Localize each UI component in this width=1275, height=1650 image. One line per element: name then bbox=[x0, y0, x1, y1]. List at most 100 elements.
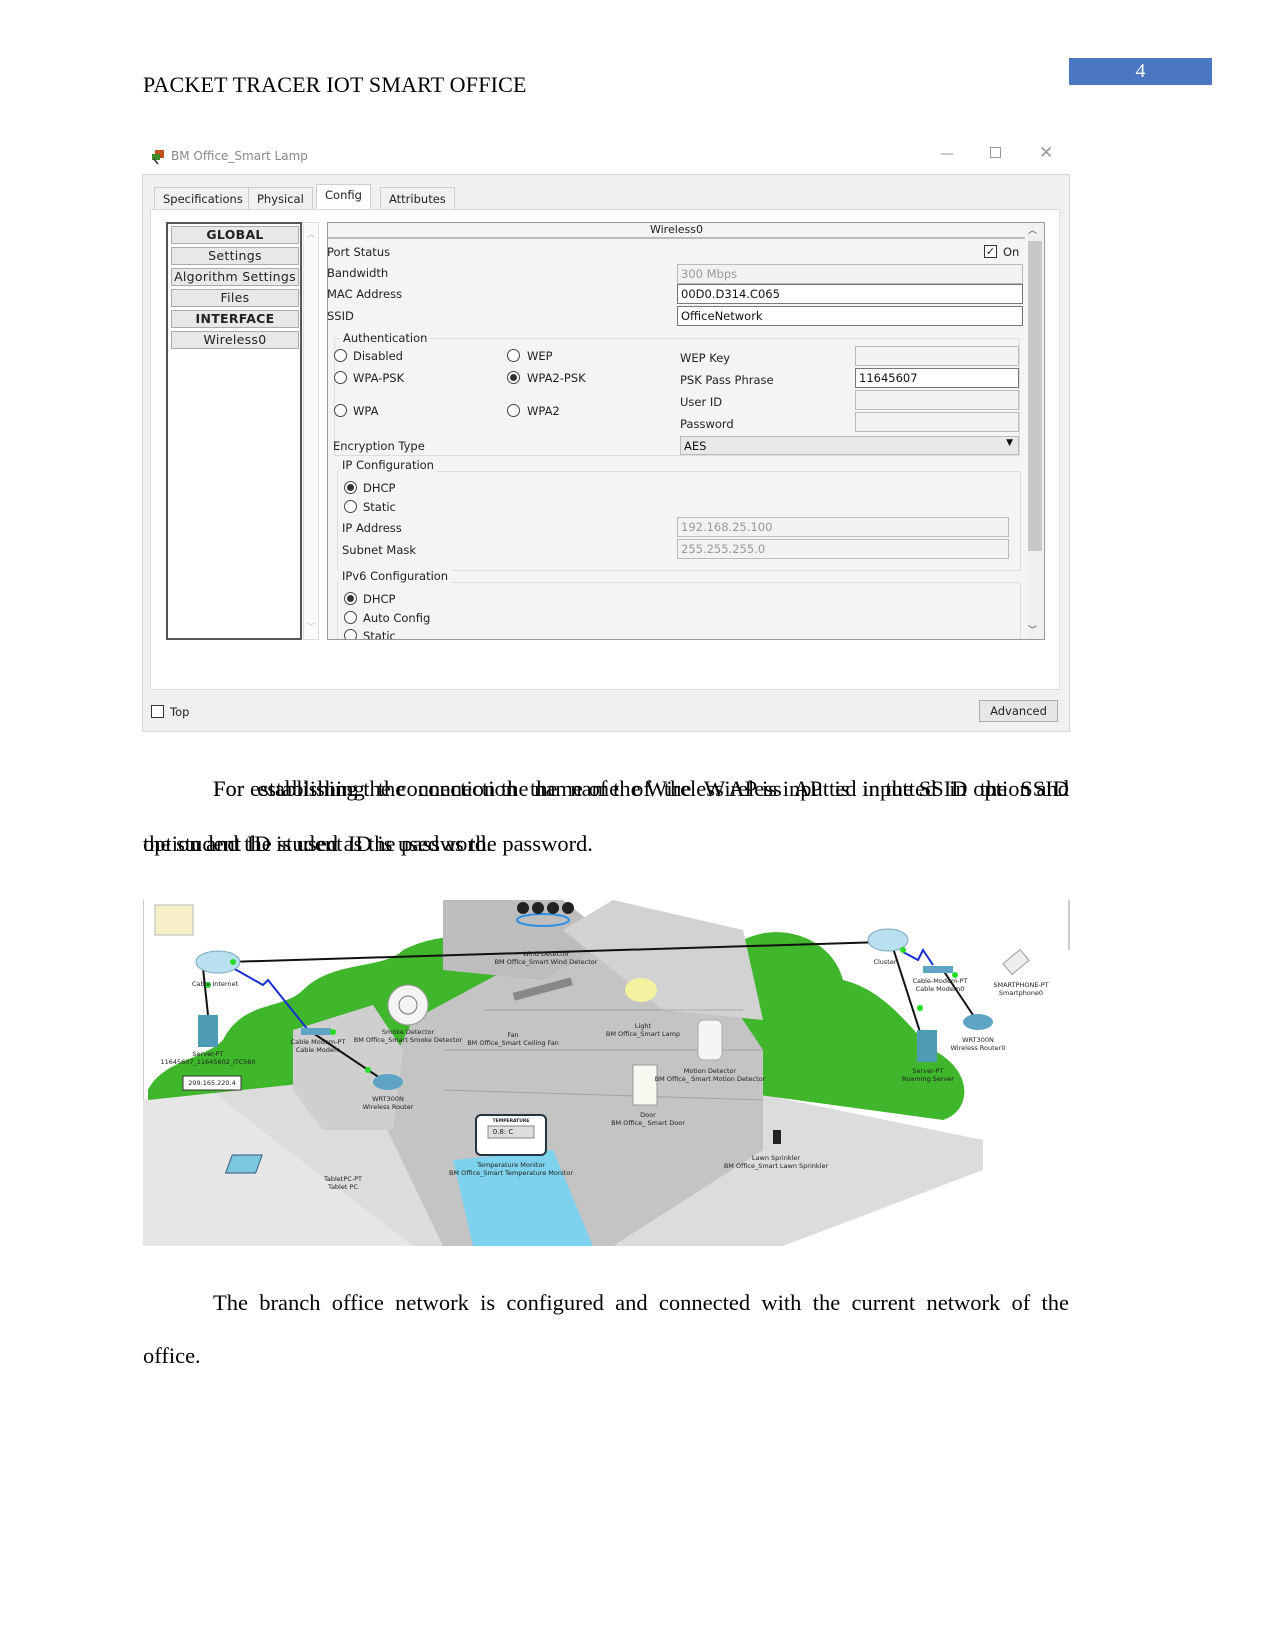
encryption-type-select[interactable]: AES ▼ bbox=[680, 436, 1019, 455]
ipv6-configuration-group bbox=[337, 582, 1021, 639]
wep-key-label: WEP Key bbox=[680, 351, 731, 365]
label-wind-detector: Wind Detector BM Office_Smart Wind Detec… bbox=[494, 950, 598, 966]
sidebar-item-files[interactable]: Files bbox=[171, 289, 299, 307]
close-button[interactable]: ✕ bbox=[1039, 143, 1053, 163]
paragraph-2-line-1: The branch office network is configured … bbox=[213, 1290, 1069, 1315]
label-wireless-router: WRT300N Wireless Router bbox=[362, 1095, 414, 1111]
user-id-label: User ID bbox=[680, 395, 723, 409]
label-lawn-sprinkler: Lawn Sprinkler BM Office_Smart Lawn Spri… bbox=[723, 1154, 829, 1170]
advanced-button[interactable]: Advanced bbox=[979, 700, 1058, 722]
sidebar-item-global[interactable]: GLOBAL bbox=[171, 226, 299, 244]
auth-wpa2-radio[interactable] bbox=[507, 404, 520, 417]
ipv6-auto-config-label: Auto Config bbox=[363, 611, 431, 625]
panel-scrollbar[interactable]: ︿ ﹀ bbox=[1027, 223, 1044, 639]
temperature-title: TEMPERATURE bbox=[492, 1119, 530, 1124]
label-cable-internet: Cable Internet bbox=[191, 980, 239, 988]
panel-title: Wireless0 bbox=[328, 223, 1025, 239]
label-ceiling-fan: Fan BM Office_Smart Ceiling Fan bbox=[467, 1031, 559, 1047]
sidebar-item-interface[interactable]: INTERFACE bbox=[171, 310, 299, 328]
ip-address-label: IP Address bbox=[342, 521, 402, 535]
ipv6-static-option[interactable]: Static bbox=[342, 629, 422, 639]
network-topology-image: Cable Internet Server-PT 11645607_116456… bbox=[143, 900, 1070, 1246]
label-server: Server-PT 11645607_11645602_ITC560 bbox=[160, 1050, 256, 1066]
ipv6-dhcp-label: DHCP bbox=[363, 592, 396, 606]
psk-pass-phrase-input[interactable]: 11645607 bbox=[855, 368, 1019, 388]
ssid-input[interactable]: OfficeNetwork bbox=[677, 306, 1023, 326]
running-header: PACKET TRACER IOT SMART OFFICE bbox=[143, 72, 527, 97]
tab-specifications[interactable]: Specifications bbox=[154, 187, 252, 209]
label-cable-modem: Cable Modem-PT Cable Modem bbox=[290, 1038, 346, 1054]
ipv6-dhcp-radio[interactable] bbox=[344, 592, 357, 605]
bandwidth-field: 300 Mbps bbox=[677, 264, 1023, 284]
ip-dhcp-radio[interactable] bbox=[344, 481, 357, 494]
tab-config[interactable]: Config bbox=[316, 184, 371, 210]
port-on-label: On bbox=[1003, 245, 1020, 259]
sidebar-item-wireless0[interactable]: Wireless0 bbox=[171, 331, 299, 349]
label-roaming-server: Server-PT Roaming Server bbox=[902, 1067, 954, 1083]
chevron-down-icon: ▼ bbox=[1006, 438, 1013, 448]
auth-disabled-label: Disabled bbox=[353, 349, 403, 363]
maximize-button[interactable] bbox=[990, 147, 1001, 158]
ipv6-auto-config-radio[interactable] bbox=[344, 611, 357, 624]
label-temperature-monitor: Temperature Monitor BM Office_Smart Temp… bbox=[448, 1161, 574, 1177]
lamp-device-icon bbox=[150, 149, 164, 165]
auth-wep-label: WEP bbox=[527, 349, 553, 363]
ip-address-input[interactable]: 192.168.25.100 bbox=[677, 517, 1009, 537]
label-smartphone: SMARTPHONE-PT Smartphone0 bbox=[993, 981, 1049, 997]
tab-attributes[interactable]: Attributes bbox=[380, 187, 455, 209]
mac-label: MAC Address bbox=[327, 287, 403, 301]
label-smoke-detector: Smoke Detector BM Office_Smart Smoke Det… bbox=[353, 1028, 463, 1044]
top-checkbox[interactable] bbox=[151, 705, 164, 718]
minimize-button[interactable]: — bbox=[940, 146, 954, 162]
port-status-label: Port Status bbox=[327, 245, 391, 259]
label-motion-detector: Motion Detector BM Office_ Smart Motion … bbox=[654, 1067, 766, 1083]
ip-dhcp-label: DHCP bbox=[363, 481, 396, 495]
label-wireless-router0: WRT300N Wireless Router0 bbox=[950, 1036, 1006, 1052]
auth-wpa2-psk-radio[interactable] bbox=[507, 371, 520, 384]
ipv6-static-label: Static bbox=[363, 629, 396, 639]
sidebar-item-settings[interactable]: Settings bbox=[171, 247, 299, 265]
label-smart-lamp: Light BM Office_Smart Lamp bbox=[605, 1022, 681, 1038]
paragraph-1-line-1: For establishing the connection the name… bbox=[213, 776, 1069, 801]
mac-address-input[interactable]: 00D0.D314.C065 bbox=[677, 284, 1023, 304]
encryption-value: AES bbox=[684, 439, 707, 453]
psk-label: PSK Pass Phrase bbox=[680, 373, 774, 387]
password-label: Password bbox=[680, 417, 734, 431]
user-id-input[interactable] bbox=[855, 390, 1019, 410]
auth-wpa-label: WPA bbox=[353, 404, 379, 418]
port-on-checkbox[interactable]: ✓ bbox=[984, 245, 997, 258]
auth-wpa-radio[interactable] bbox=[334, 404, 347, 417]
tab-physical[interactable]: Physical bbox=[248, 187, 313, 209]
ip-static-radio[interactable] bbox=[344, 500, 357, 513]
password-input[interactable] bbox=[855, 412, 1019, 432]
subnet-mask-input[interactable]: 255.255.255.0 bbox=[677, 539, 1009, 559]
page-number: 4 bbox=[1069, 58, 1212, 85]
scrollbar-thumb[interactable] bbox=[1028, 241, 1042, 551]
window-title: BM Office_Smart Lamp bbox=[171, 149, 308, 163]
auth-wpa-psk-radio[interactable] bbox=[334, 371, 347, 384]
ip-static-label: Static bbox=[363, 500, 396, 514]
config-sidebar: GLOBAL Settings Algorithm Settings Files… bbox=[166, 222, 302, 640]
ssid-label: SSID bbox=[327, 309, 354, 323]
auth-wpa-psk-label: WPA-PSK bbox=[353, 371, 405, 385]
auth-wpa2-label: WPA2 bbox=[527, 404, 560, 418]
auth-wep-radio[interactable] bbox=[507, 349, 520, 362]
label-cable-modem0: Cable-Modem-PT Cable Modem0 bbox=[912, 977, 968, 993]
top-label: Top bbox=[170, 705, 190, 719]
label-ip: 209.165.220.4 bbox=[188, 1079, 236, 1087]
ipv6-configuration-title: IPv6 Configuration bbox=[339, 569, 452, 583]
ip-configuration-title: IP Configuration bbox=[339, 458, 437, 472]
authentication-title: Authentication bbox=[340, 331, 431, 345]
device-config-window: BM Office_Smart Lamp — ✕ Specifications … bbox=[142, 140, 1070, 732]
paragraph-2-line-2: office. bbox=[143, 1343, 201, 1368]
sidebar-scrollbar[interactable]: ︿ ﹀ bbox=[303, 222, 319, 640]
paragraph-1-line-2: option and the student ID is used as the… bbox=[143, 831, 593, 856]
encryption-type-label: Encryption Type bbox=[333, 439, 425, 453]
wep-key-input[interactable] bbox=[855, 346, 1019, 366]
auth-wpa2-psk-label: WPA2-PSK bbox=[527, 371, 586, 385]
label-tablet-pc: TabletPC-PT Tablet PC bbox=[323, 1175, 363, 1191]
auth-disabled-radio[interactable] bbox=[334, 349, 347, 362]
temperature-value: 0.8: C bbox=[492, 1128, 514, 1136]
sidebar-item-algorithm-settings[interactable]: Algorithm Settings bbox=[171, 268, 299, 286]
label-smart-door: Door BM Office_ Smart Door bbox=[611, 1111, 685, 1127]
